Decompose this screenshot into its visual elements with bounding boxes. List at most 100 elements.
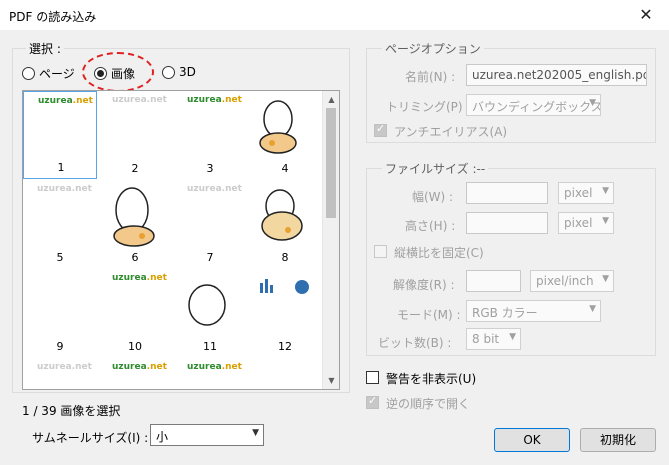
- reset-button[interactable]: 初期化: [580, 428, 656, 452]
- trim-value: バウンディングボックス: [472, 100, 601, 114]
- thumbnail-logo: uzurea.net: [37, 362, 92, 372]
- thumbnail-number: 6: [131, 251, 139, 264]
- thumbnail-cell[interactable]: uzurea.net: [173, 358, 247, 389]
- mode-label: モード(M) :: [397, 308, 461, 322]
- thumbnail-number: 2: [131, 162, 139, 175]
- thumbnail-number: 10: [128, 340, 142, 353]
- trim-select[interactable]: バウンディングボックス ▼: [466, 94, 601, 116]
- thumbnail-cell[interactable]: 9: [23, 269, 97, 357]
- reverse-order-checkbox[interactable]: [366, 394, 379, 409]
- radio-page-label: ページ: [39, 67, 75, 81]
- thumbnail-illustration: [258, 95, 314, 162]
- chevron-down-icon: ▼: [602, 274, 609, 284]
- thumbnail-number: 9: [56, 340, 64, 353]
- chevron-down-icon: ▼: [509, 332, 516, 342]
- thumbnail-logo: uzurea.net: [38, 96, 93, 106]
- chevron-down-icon: ▼: [589, 304, 596, 314]
- height-unit-value: pixel: [564, 216, 593, 230]
- thumbnail-logo: uzurea.net: [37, 184, 92, 194]
- thumbnail-cell[interactable]: 11: [173, 269, 247, 357]
- chevron-down-icon: ▼: [252, 428, 259, 438]
- thumb-size-label: サムネールサイズ(I) :: [32, 431, 149, 445]
- thumbnail-logo: uzurea.net: [112, 273, 167, 283]
- file-size-legend: ファイルサイズ :--: [382, 160, 489, 177]
- thumbnail-cell[interactable]: uzurea.net: [23, 358, 97, 389]
- thumbnail-cell[interactable]: 12: [248, 269, 322, 357]
- thumb-size-value: 小: [156, 430, 169, 444]
- thumbnail-illustration: [108, 184, 164, 251]
- name-field[interactable]: uzurea.net202005_english.pdf: [466, 64, 647, 86]
- thumbnail-logo: uzurea.net: [112, 362, 167, 372]
- thumbnail-cell[interactable]: 6: [98, 180, 172, 268]
- bitdepth-value: 8 bit: [472, 332, 500, 346]
- height-field[interactable]: [466, 212, 548, 234]
- chevron-down-icon: ▼: [589, 98, 596, 108]
- radio-3d[interactable]: 3D: [162, 65, 196, 79]
- thumbnail-number: 1: [57, 161, 65, 174]
- resolution-label: 解像度(R) :: [393, 278, 455, 292]
- antialias-checkbox[interactable]: [374, 122, 387, 137]
- thumbnail-number: 7: [206, 251, 214, 264]
- thumbnail-cell[interactable]: uzurea.net 10: [98, 269, 172, 357]
- thumbnail-cell[interactable]: uzurea.net: [98, 358, 172, 389]
- trim-label: トリミング(P) :: [386, 100, 471, 114]
- thumbnail-cell[interactable]: uzurea.net 1: [23, 91, 97, 179]
- mode-select[interactable]: RGB カラー ▼: [466, 300, 601, 322]
- highlight-annotation: [82, 52, 154, 92]
- thumbnail-cell[interactable]: uzurea.net 5: [23, 180, 97, 268]
- scroll-down-icon[interactable]: ▼: [323, 372, 339, 389]
- thumbnail-number: 8: [281, 251, 289, 264]
- constrain-label: 縦横比を固定(C): [394, 246, 484, 260]
- thumbnail-logo: uzurea.net: [187, 362, 242, 372]
- thumbnail-number: 4: [281, 162, 289, 175]
- width-unit-select[interactable]: pixel ▼: [558, 182, 614, 204]
- title-bar: PDF の読み込み ✕: [0, 0, 669, 30]
- resolution-field[interactable]: [466, 270, 521, 292]
- name-label: 名前(N) :: [405, 70, 456, 84]
- radio-page[interactable]: ページ: [22, 65, 75, 82]
- scroll-thumb[interactable]: [326, 108, 336, 218]
- radio-3d-label: 3D: [179, 65, 196, 79]
- selection-status: 1 / 39 画像を選択: [22, 404, 121, 418]
- select-group-legend: 選択 :: [26, 40, 64, 57]
- ok-button[interactable]: OK: [494, 428, 570, 452]
- height-unit-select[interactable]: pixel ▼: [558, 212, 614, 234]
- mode-value: RGB カラー: [472, 306, 538, 320]
- thumbnail-cell[interactable]: uzurea.net 7: [173, 180, 247, 268]
- thumbnail-logo: uzurea.net: [187, 95, 242, 105]
- scroll-up-icon[interactable]: ▲: [323, 91, 339, 108]
- page-options-legend: ページオプション: [382, 40, 484, 57]
- width-field[interactable]: [466, 182, 548, 204]
- thumbnail-cell[interactable]: uzurea.net 2: [98, 91, 172, 179]
- thumbnail-number: 12: [278, 340, 292, 353]
- thumbnail-cell[interactable]: 4: [248, 91, 322, 179]
- width-unit-value: pixel: [564, 186, 593, 200]
- thumbnail-number: 5: [56, 251, 64, 264]
- thumbnail-cell[interactable]: 8: [248, 180, 322, 268]
- thumbnail-logo: uzurea.net: [112, 95, 167, 105]
- bitdepth-select[interactable]: 8 bit ▼: [466, 328, 521, 350]
- suppress-warnings-label: 警告を非表示(U): [386, 372, 477, 386]
- resolution-unit-value: pixel/inch: [536, 274, 594, 288]
- constrain-checkbox[interactable]: [374, 245, 387, 258]
- bitdepth-label: ビット数(B) :: [378, 336, 452, 350]
- radio-page-indicator[interactable]: [22, 67, 35, 80]
- chevron-down-icon: ▼: [602, 186, 609, 196]
- thumbnail-grid[interactable]: uzurea.net 1 uzurea.net 2 uzurea.net 3 4 uzurea…: [22, 90, 340, 390]
- thumbnail-cell[interactable]: uzurea.net 3: [173, 91, 247, 179]
- thumbnail-illustration: [183, 273, 239, 340]
- suppress-warnings-checkbox[interactable]: [366, 371, 379, 384]
- thumb-size-select[interactable]: 小 ▼: [150, 424, 264, 446]
- chevron-down-icon: ▼: [602, 216, 609, 226]
- thumbnail-scrollbar[interactable]: ▲ ▼: [322, 91, 339, 389]
- thumbnail-illustration: [258, 184, 314, 251]
- thumbnail-cell[interactable]: [248, 358, 322, 389]
- close-icon[interactable]: ✕: [623, 0, 669, 30]
- thumbnail-logo: uzurea.net: [187, 184, 242, 194]
- antialias-label: アンチエイリアス(A): [394, 125, 508, 139]
- thumbnail-number: 3: [206, 162, 214, 175]
- thumbnail-illustration: [258, 273, 314, 340]
- reverse-order-label: 逆の順序で開く: [386, 397, 471, 411]
- radio-3d-indicator[interactable]: [162, 65, 175, 79]
- resolution-unit-select[interactable]: pixel/inch ▼: [530, 270, 614, 292]
